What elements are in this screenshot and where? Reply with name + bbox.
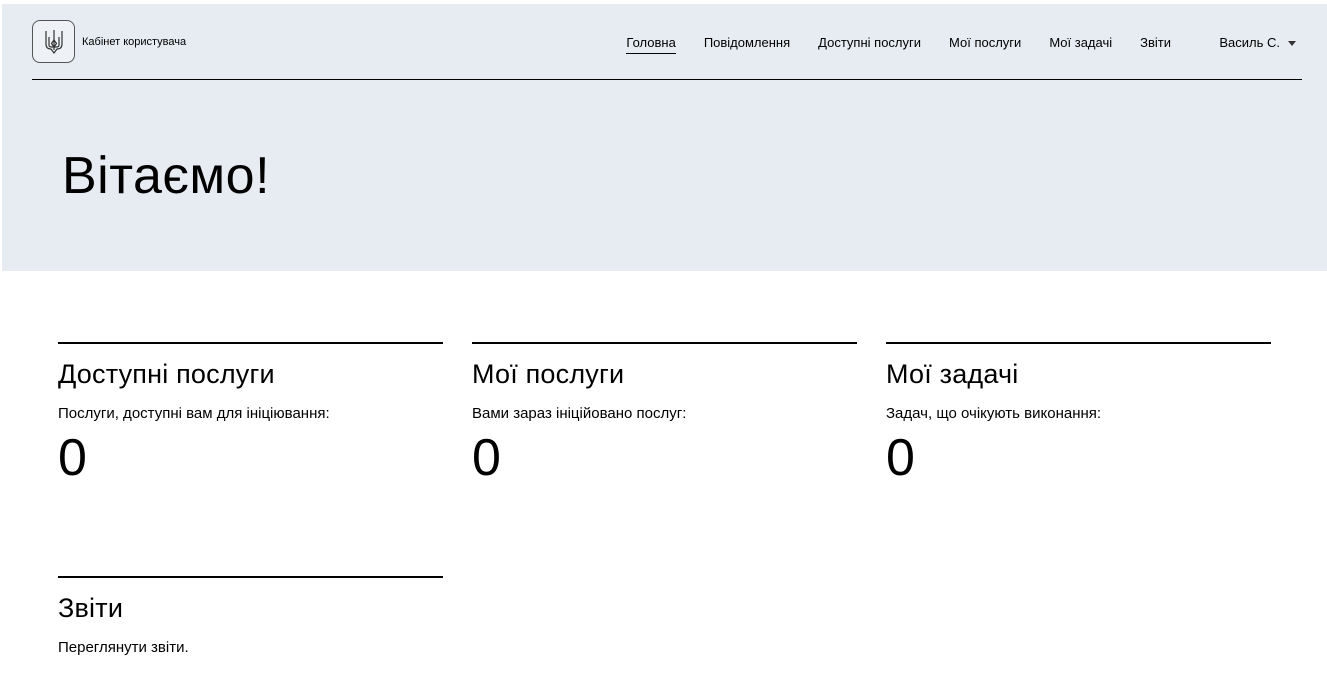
main-nav: Головна Повідомлення Доступні послуги Мо… [598,34,1171,54]
nav-item-my-services[interactable]: Мої послуги [949,34,1021,54]
logo-link[interactable] [32,20,75,63]
card-description: Задач, що очікують виконання: [886,405,1102,422]
card-title[interactable]: Доступні послуги [58,357,443,391]
card-title[interactable]: Мої послуги [472,357,857,391]
page: Кабінет користувача Головна Повідомлення… [0,0,1327,682]
top-header: Кабінет користувача Головна Повідомлення… [32,19,1302,80]
card-description: Вами зараз ініційовано послуг: [472,405,687,422]
card-description: Переглянути звіти. [58,639,189,656]
chevron-down-icon [1288,40,1296,46]
card-my-tasks: Мої задачі Задач, що очікують виконання:… [886,342,1271,488]
greeting-heading: Вітаємо! [62,147,271,205]
hero-banner: Кабінет користувача Головна Повідомлення… [2,4,1327,271]
user-menu[interactable]: Василь С. [1219,34,1296,51]
card-count: 0 [58,429,87,487]
nav-item-reports[interactable]: Звіти [1140,34,1171,54]
nav-item-home[interactable]: Головна [626,34,676,54]
user-name: Василь С. [1219,35,1280,50]
nav-item-available-services[interactable]: Доступні послуги [818,34,921,54]
app-title: Кабінет користувача [82,36,187,48]
card-description: Послуги, доступні вам для ініціювання: [58,405,330,422]
card-available-services: Доступні послуги Послуги, доступні вам д… [58,342,443,488]
card-count: 0 [472,429,501,487]
card-reports: Звіти Переглянути звіти. [58,576,443,658]
nav-item-messages[interactable]: Повідомлення [704,34,790,54]
nav-item-my-tasks[interactable]: Мої задачі [1049,34,1112,54]
card-title[interactable]: Звіти [58,591,443,625]
card-my-services: Мої послуги Вами зараз ініційовано послу… [472,342,857,488]
trident-icon [44,29,63,54]
card-title[interactable]: Мої задачі [886,357,1271,391]
card-count: 0 [886,429,915,487]
